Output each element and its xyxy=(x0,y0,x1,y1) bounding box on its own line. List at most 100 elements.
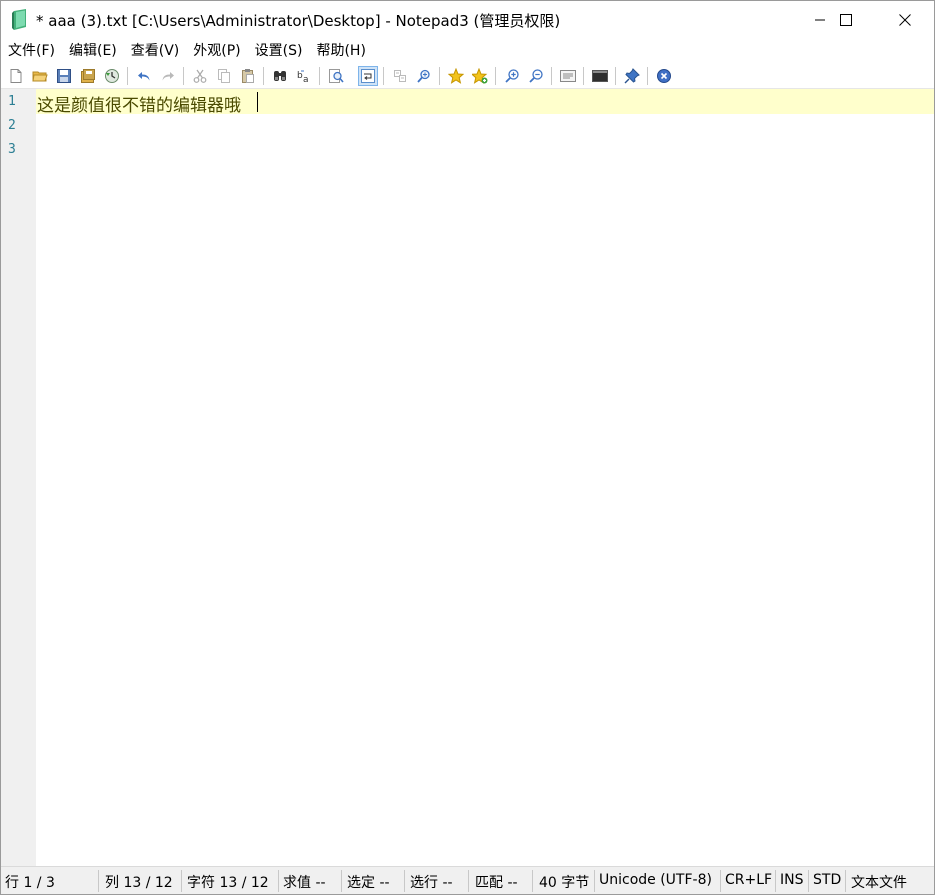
status-separator xyxy=(468,870,469,892)
cut-icon xyxy=(193,69,207,83)
menu-settings[interactable]: 设置(S) xyxy=(248,39,310,63)
toolbar-separator xyxy=(615,67,616,85)
toolbar-separator xyxy=(583,67,584,85)
open-folder-icon xyxy=(32,71,48,82)
save-as-icon xyxy=(81,69,95,83)
status-separator xyxy=(808,870,809,892)
menu-help[interactable]: 帮助(H) xyxy=(309,39,372,63)
find-icon xyxy=(274,71,286,81)
status-separator xyxy=(775,870,776,892)
toolbar-separator xyxy=(263,67,264,85)
notepad3-app-icon xyxy=(12,9,26,30)
save-as-button[interactable] xyxy=(78,66,98,86)
status-ovr[interactable]: INS xyxy=(780,872,804,888)
toolbar-separator xyxy=(647,67,648,85)
preview-button[interactable] xyxy=(326,66,346,86)
editor-text-line[interactable]: 这是颜值很不错的编辑器哦 xyxy=(37,91,241,116)
status-mode[interactable]: STD xyxy=(813,872,841,888)
menu-bar: 文件(F) 编辑(E) 查看(V) 外观(P) 设置(S) 帮助(H) xyxy=(1,39,934,63)
paste-button[interactable] xyxy=(238,66,258,86)
svg-text:a: a xyxy=(303,75,309,84)
bookmark-button[interactable] xyxy=(446,66,466,86)
toolbar: ba xyxy=(1,63,934,89)
new-file-icon xyxy=(10,69,22,83)
status-eol[interactable]: CR+LF xyxy=(725,872,772,888)
status-eval[interactable]: 求值 -- xyxy=(283,872,326,892)
toolbar-separator xyxy=(495,67,496,85)
status-matches[interactable]: 匹配 -- xyxy=(475,872,518,892)
find-in-files-button[interactable] xyxy=(414,66,434,86)
word-wrap-icon xyxy=(361,69,375,83)
open-button[interactable] xyxy=(30,66,50,86)
save-icon xyxy=(57,69,71,83)
find-button[interactable] xyxy=(270,66,290,86)
toolbar-separator xyxy=(383,67,384,85)
exit-button[interactable] xyxy=(654,66,674,86)
word-wrap-button[interactable] xyxy=(358,66,378,86)
zoom-out-icon xyxy=(529,69,543,83)
status-chars[interactable]: 字符 13 / 12 xyxy=(187,872,269,892)
line-number: 3 xyxy=(8,142,16,157)
bookmark-star-icon xyxy=(448,68,464,84)
close-button[interactable] xyxy=(882,1,928,39)
replace-icon: ba xyxy=(297,70,309,84)
exit-icon xyxy=(657,69,671,83)
toolbar-separator xyxy=(127,67,128,85)
status-bar: 行 1 / 3 列 13 / 12 字符 13 / 12 求值 -- 选定 --… xyxy=(1,866,934,894)
line-number: 2 xyxy=(8,118,16,133)
toolbar-separator xyxy=(439,67,440,85)
close-icon xyxy=(899,14,911,26)
zoom-in-icon xyxy=(505,69,519,83)
toolbar-separator xyxy=(319,67,320,85)
add-bookmark-icon xyxy=(472,68,488,84)
menu-file[interactable]: 文件(F) xyxy=(1,39,62,63)
revert-icon xyxy=(105,69,119,83)
maximize-button[interactable] xyxy=(823,1,869,39)
replace-button[interactable]: ba xyxy=(294,66,314,86)
find-in-files-icon xyxy=(417,69,430,83)
title-bar[interactable]: * aaa (3).txt [C:\Users\Administrator\De… xyxy=(1,1,934,39)
undo-button[interactable] xyxy=(134,66,154,86)
zoom-in-button[interactable] xyxy=(502,66,522,86)
save-button[interactable] xyxy=(54,66,74,86)
zoom-out-button[interactable] xyxy=(526,66,546,86)
line-number-gutter: 1 2 3 xyxy=(1,89,36,866)
copy-icon xyxy=(218,69,230,83)
menu-appearance[interactable]: 外观(P) xyxy=(186,39,247,63)
schemes-icon xyxy=(560,70,576,82)
add-bookmark-button[interactable] xyxy=(470,66,490,86)
menu-view[interactable]: 查看(V) xyxy=(124,39,187,63)
status-encoding[interactable]: Unicode (UTF-8) xyxy=(599,872,712,888)
status-separator xyxy=(181,870,182,892)
status-bytes[interactable]: 40 字节 xyxy=(539,872,589,892)
status-selected-lines[interactable]: 选行 -- xyxy=(410,872,453,892)
toolbar-separator xyxy=(551,67,552,85)
revert-button[interactable] xyxy=(102,66,122,86)
schemes-button[interactable] xyxy=(558,66,578,86)
pin-button[interactable] xyxy=(622,66,642,86)
new-file-button[interactable] xyxy=(6,66,26,86)
editor-area[interactable]: 1 2 3 这是颜值很不错的编辑器哦 xyxy=(1,89,934,866)
menu-edit[interactable]: 编辑(E) xyxy=(62,39,124,63)
paste-icon xyxy=(242,69,254,83)
status-separator xyxy=(404,870,405,892)
status-column[interactable]: 列 13 / 12 xyxy=(105,872,173,892)
status-line[interactable]: 行 1 / 3 xyxy=(5,872,55,892)
console-button[interactable] xyxy=(590,66,610,86)
console-icon xyxy=(592,70,608,82)
status-lexer[interactable]: 文本文件 xyxy=(851,872,907,892)
view-whitespace-button[interactable] xyxy=(390,66,410,86)
notepad3-window: * aaa (3).txt [C:\Users\Administrator\De… xyxy=(0,0,935,895)
window-title: * aaa (3).txt [C:\Users\Administrator\De… xyxy=(36,12,561,30)
copy-button[interactable] xyxy=(214,66,234,86)
undo-icon xyxy=(138,72,150,81)
redo-icon xyxy=(162,72,174,81)
text-caret xyxy=(257,92,258,112)
pin-icon xyxy=(624,68,640,84)
status-selection[interactable]: 选定 -- xyxy=(347,872,390,892)
cut-button[interactable] xyxy=(190,66,210,86)
view-whitespace-icon xyxy=(394,70,406,82)
status-separator xyxy=(98,870,99,892)
redo-button[interactable] xyxy=(158,66,178,86)
status-separator xyxy=(532,870,533,892)
